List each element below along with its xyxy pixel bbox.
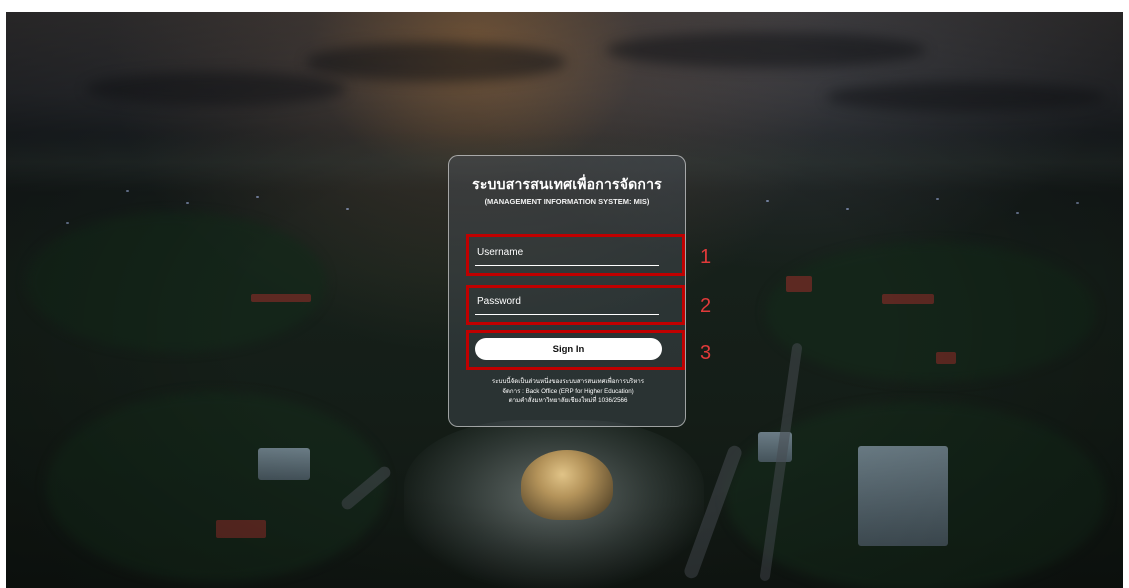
callout-number-3: 3 — [700, 342, 712, 364]
login-subtitle: (MANAGEMENT INFORMATION SYSTEM: MIS) — [484, 197, 650, 206]
callout-box-username — [466, 234, 685, 276]
callout-number-1: 1 — [700, 246, 712, 268]
login-note-line: ตามคำสั่งมหาวิทยาลัยเชียงใหม่ที่ 1036/25… — [508, 397, 628, 404]
login-note-line: จัดการ : Back Office (ERP for Higher Edu… — [502, 387, 634, 395]
callout-box-sign-in — [466, 330, 685, 370]
callout-box-password — [466, 285, 685, 325]
login-note-line: ระบบนี้จัดเป็นส่วนหนึ่งของระบบสารสนเทศเพ… — [491, 378, 645, 385]
callout-number-2: 2 — [700, 295, 712, 317]
login-note: ระบบนี้จัดเป็นส่วนหนึ่งของระบบสารสนเทศเพ… — [459, 377, 677, 406]
login-title: ระบบสารสนเทศเพื่อการจัดการ — [472, 176, 662, 192]
